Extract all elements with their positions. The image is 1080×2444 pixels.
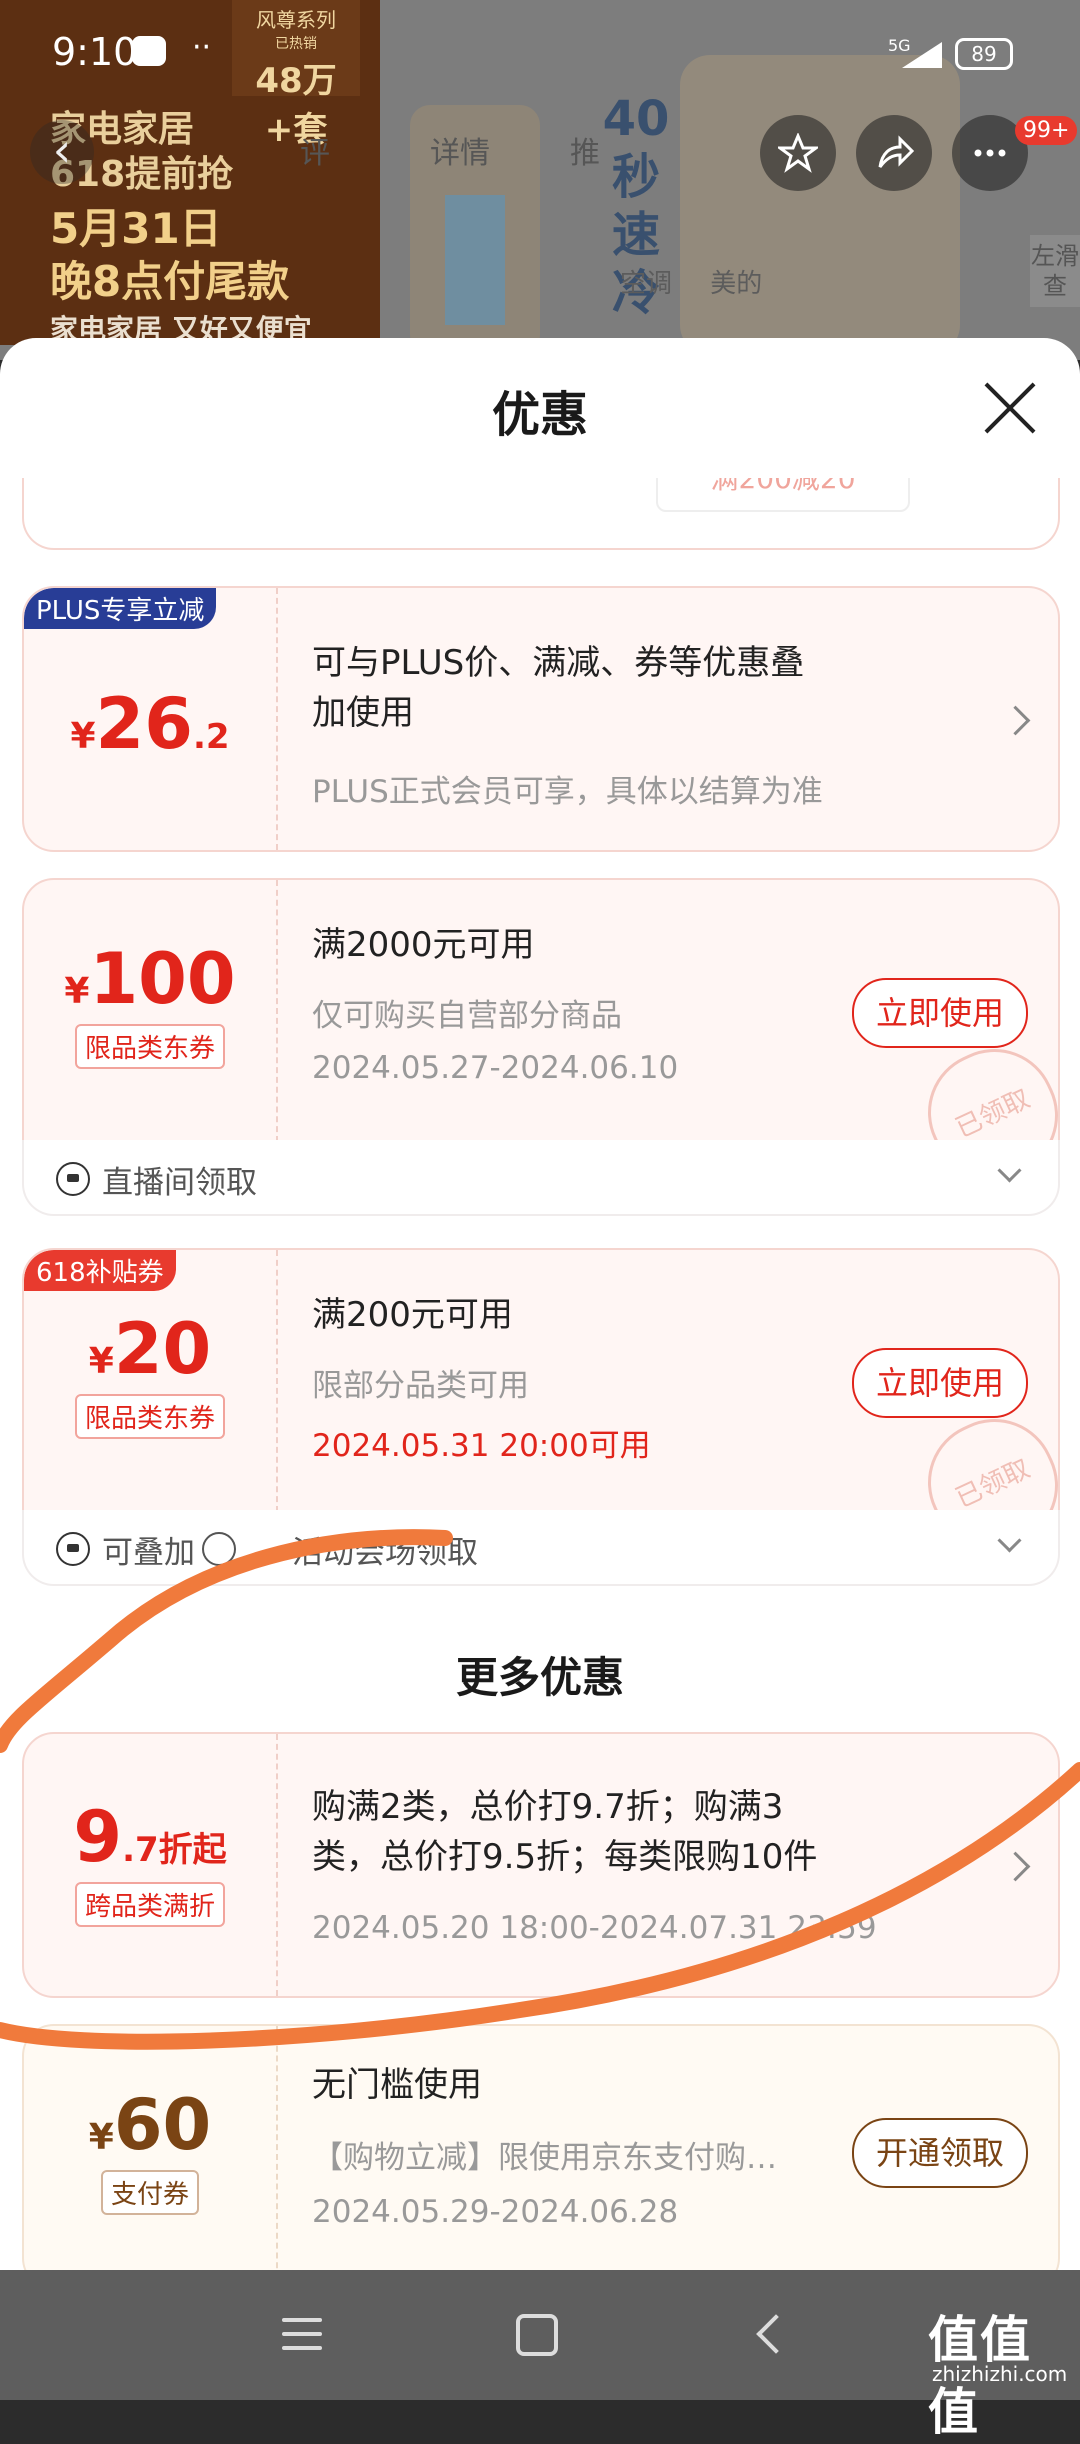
home-icon[interactable] [516, 2314, 558, 2356]
watermark-url: zhizhizhi.com [932, 2362, 1068, 2386]
hand-drawn-annotation [0, 1529, 1080, 2050]
system-nav-bar: 值值值 zhizhizhi.com [0, 2270, 1080, 2441]
back-icon[interactable] [756, 2314, 796, 2354]
menu-icon[interactable] [282, 2318, 322, 2360]
